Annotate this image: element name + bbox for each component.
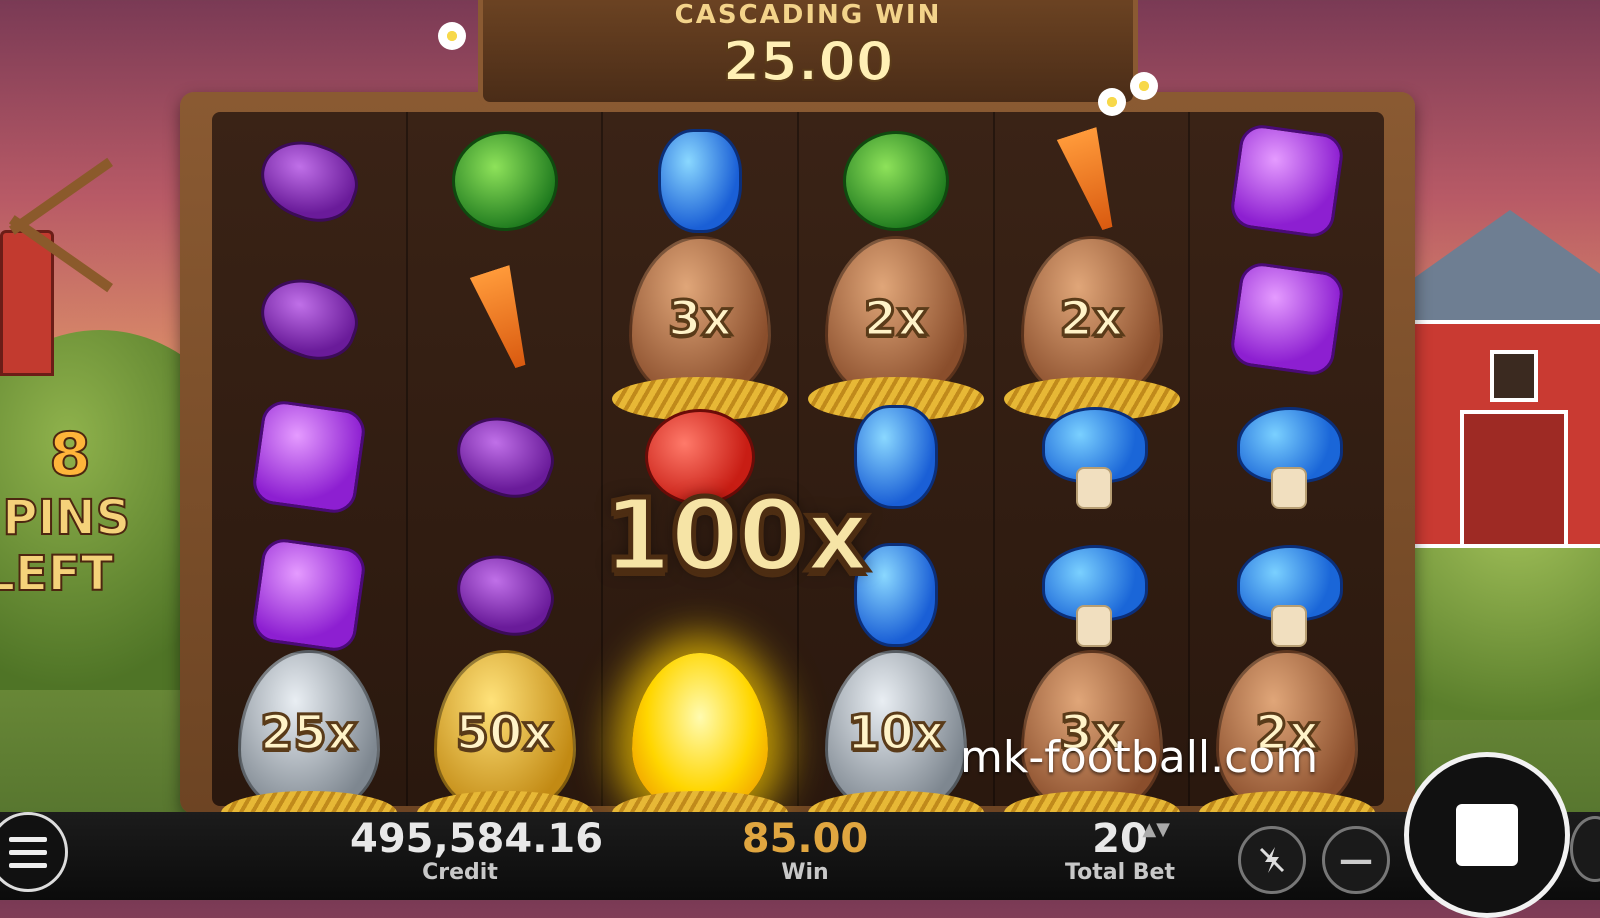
mushroom-symbol bbox=[1237, 545, 1344, 647]
bronze-egg-symbol: 2x bbox=[1003, 236, 1180, 421]
credit-display: 495,584.16 Credit bbox=[350, 816, 604, 885]
reel-cell: 2x bbox=[799, 236, 993, 421]
watermark: mk-football.com bbox=[960, 732, 1319, 783]
turbo-button[interactable] bbox=[1238, 826, 1306, 894]
reel-cell bbox=[1190, 388, 1384, 526]
reel-cell: 2x bbox=[995, 236, 1189, 421]
reel-cell bbox=[408, 526, 602, 664]
gem-blue-symbol bbox=[658, 129, 743, 233]
reel-cell bbox=[995, 112, 1189, 250]
menu-icon bbox=[9, 836, 47, 842]
decrease-bet-button[interactable]: — bbox=[1322, 826, 1390, 894]
reel-column: 25x bbox=[212, 112, 408, 835]
cascading-win-amount: 25.00 bbox=[722, 29, 895, 94]
bronze-egg-symbol: 2x bbox=[807, 236, 984, 421]
reel-cell bbox=[995, 388, 1189, 526]
credit-value: 495,584.16 bbox=[350, 816, 604, 862]
bet-adjust-arrows-icon[interactable]: ▲▼ bbox=[1142, 821, 1170, 839]
reel-cell: 50x bbox=[408, 650, 602, 835]
cascading-win-sign: CASCADING WIN 25.00 bbox=[478, 0, 1138, 107]
reel-cell bbox=[212, 388, 406, 526]
egg-multiplier-label: 2x bbox=[862, 290, 929, 349]
flower-decoration bbox=[438, 22, 466, 50]
total-bet-label: Total Bet bbox=[1065, 860, 1175, 885]
gem-purple-symbol bbox=[250, 398, 368, 516]
gem-purple-symbol bbox=[1228, 122, 1346, 240]
turbo-icon bbox=[1259, 847, 1285, 873]
reel-cell bbox=[1190, 112, 1384, 250]
minus-icon: — bbox=[1339, 840, 1373, 880]
mushroom-symbol bbox=[1041, 407, 1148, 509]
bronze-egg-symbol: 3x bbox=[612, 236, 789, 421]
flower-decoration bbox=[1130, 72, 1158, 100]
glow-egg-symbol bbox=[612, 653, 789, 835]
silver-egg-symbol: 25x bbox=[220, 650, 397, 835]
egg-multiplier-label: 50x bbox=[454, 704, 555, 763]
reel-cell bbox=[408, 250, 602, 388]
reel-cell bbox=[1190, 526, 1384, 664]
spins-left-counter: 8 SPINS LEFT bbox=[0, 419, 170, 603]
spins-left-number: 8 bbox=[48, 419, 92, 491]
mushroom-symbol bbox=[1237, 407, 1344, 509]
reel-cell: 3x bbox=[603, 236, 797, 421]
win-display: 85.00 Win bbox=[735, 816, 875, 885]
egg-multiplier-label: 2x bbox=[1058, 290, 1125, 349]
reel-cell bbox=[603, 112, 797, 250]
reel-cell bbox=[1190, 250, 1384, 388]
big-multiplier-text: 100x bbox=[600, 474, 872, 596]
spins-left-label-2: LEFT bbox=[0, 545, 114, 603]
egg-multiplier-label: 25x bbox=[258, 704, 359, 763]
reel-column: 50x bbox=[408, 112, 604, 835]
gem-purple-symbol bbox=[250, 536, 368, 654]
reel-cell bbox=[212, 250, 406, 388]
silver-egg-symbol: 10x bbox=[807, 650, 984, 835]
carrot-symbol bbox=[464, 263, 544, 374]
reel-cell bbox=[799, 112, 993, 250]
barn-illustration bbox=[1390, 210, 1600, 548]
reel-cell bbox=[212, 526, 406, 664]
stop-icon bbox=[1456, 804, 1518, 866]
eggplant-symbol bbox=[249, 266, 368, 372]
credit-label: Credit bbox=[422, 860, 498, 885]
cascading-win-label: CASCADING WIN bbox=[674, 0, 942, 30]
flower-decoration bbox=[1098, 88, 1126, 116]
carrot-symbol bbox=[1051, 125, 1131, 236]
egg-multiplier-label: 10x bbox=[845, 704, 946, 763]
gold-egg-symbol: 50x bbox=[416, 650, 593, 835]
stop-spin-button[interactable] bbox=[1404, 752, 1570, 918]
eggplant-symbol bbox=[249, 128, 368, 234]
reel-column: 2x bbox=[1190, 112, 1384, 835]
mushroom-symbol bbox=[1041, 545, 1148, 647]
reel-cell bbox=[408, 112, 602, 250]
gem-purple-symbol bbox=[1228, 260, 1346, 378]
win-label: Win bbox=[781, 860, 829, 885]
reel-column: 2x 3x bbox=[995, 112, 1191, 835]
reel-cell bbox=[408, 388, 602, 526]
egg-multiplier-label: 3x bbox=[666, 290, 733, 349]
eggplant-symbol bbox=[445, 404, 564, 510]
cabbage-symbol bbox=[451, 131, 558, 231]
reel-cell bbox=[603, 653, 797, 835]
reel-column: 3x bbox=[603, 112, 800, 835]
reel-cell: 25x bbox=[212, 650, 406, 835]
windmill-illustration bbox=[0, 140, 113, 376]
reel-cell bbox=[995, 526, 1189, 664]
win-value: 85.00 bbox=[741, 816, 869, 862]
total-bet-display[interactable]: 20 ▲▼ Total Bet bbox=[1050, 816, 1190, 885]
reel-column: 2x 10x bbox=[799, 112, 995, 835]
eggplant-symbol bbox=[445, 542, 564, 648]
spins-left-label-1: SPINS bbox=[0, 489, 131, 547]
reel-grid: 25x 50x 3x 2x 10x 2x 3x 2x bbox=[212, 112, 1384, 835]
reel-cell bbox=[212, 112, 406, 250]
cabbage-symbol bbox=[842, 131, 949, 231]
